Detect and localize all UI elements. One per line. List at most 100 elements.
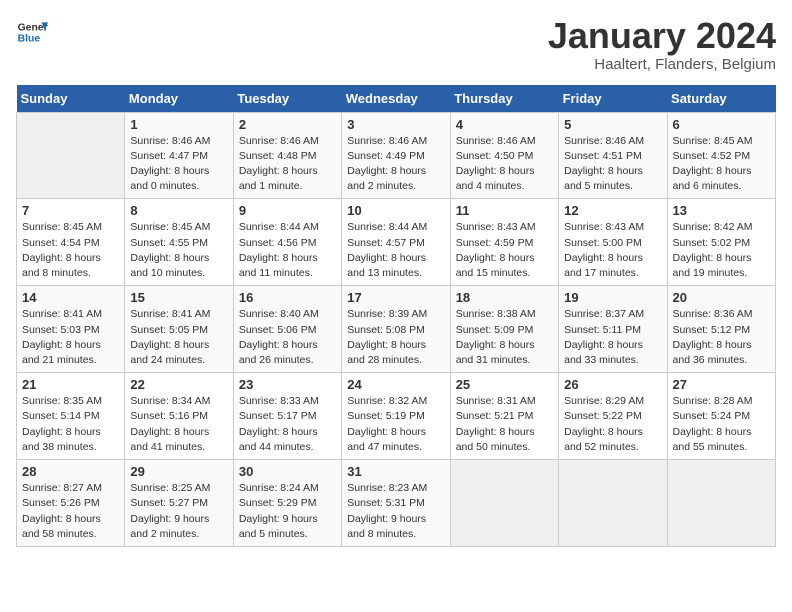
day-sunrise: Sunrise: 8:45 AMSunset: 4:52 PMDaylight:… (673, 135, 753, 193)
day-number: 16 (239, 290, 336, 305)
day-sunrise: Sunrise: 8:44 AMSunset: 4:56 PMDaylight:… (239, 221, 319, 279)
day-number: 2 (239, 117, 336, 132)
calendar-cell: 2 Sunrise: 8:46 AMSunset: 4:48 PMDayligh… (233, 112, 341, 199)
day-sunrise: Sunrise: 8:43 AMSunset: 4:59 PMDaylight:… (456, 221, 536, 279)
day-number: 11 (456, 203, 553, 218)
weekday-header-thursday: Thursday (450, 85, 558, 113)
day-sunrise: Sunrise: 8:45 AMSunset: 4:54 PMDaylight:… (22, 221, 102, 279)
day-number: 28 (22, 464, 119, 479)
day-sunrise: Sunrise: 8:27 AMSunset: 5:26 PMDaylight:… (22, 482, 102, 540)
calendar-cell: 10 Sunrise: 8:44 AMSunset: 4:57 PMDaylig… (342, 199, 450, 286)
day-sunrise: Sunrise: 8:31 AMSunset: 5:21 PMDaylight:… (456, 395, 536, 453)
calendar-cell: 16 Sunrise: 8:40 AMSunset: 5:06 PMDaylig… (233, 286, 341, 373)
day-sunrise: Sunrise: 8:45 AMSunset: 4:55 PMDaylight:… (130, 221, 210, 279)
week-row-1: 1 Sunrise: 8:46 AMSunset: 4:47 PMDayligh… (17, 112, 776, 199)
calendar-cell: 22 Sunrise: 8:34 AMSunset: 5:16 PMDaylig… (125, 373, 233, 460)
day-number: 12 (564, 203, 661, 218)
day-sunrise: Sunrise: 8:25 AMSunset: 5:27 PMDaylight:… (130, 482, 210, 540)
calendar-cell: 23 Sunrise: 8:33 AMSunset: 5:17 PMDaylig… (233, 373, 341, 460)
week-row-3: 14 Sunrise: 8:41 AMSunset: 5:03 PMDaylig… (17, 286, 776, 373)
day-number: 18 (456, 290, 553, 305)
calendar-cell: 19 Sunrise: 8:37 AMSunset: 5:11 PMDaylig… (559, 286, 667, 373)
day-number: 9 (239, 203, 336, 218)
calendar-cell (667, 460, 775, 547)
day-number: 22 (130, 377, 227, 392)
weekday-header-saturday: Saturday (667, 85, 775, 113)
day-number: 1 (130, 117, 227, 132)
day-number: 26 (564, 377, 661, 392)
calendar-cell: 11 Sunrise: 8:43 AMSunset: 4:59 PMDaylig… (450, 199, 558, 286)
weekday-header-tuesday: Tuesday (233, 85, 341, 113)
logo: General Blue (16, 16, 48, 48)
day-number: 31 (347, 464, 444, 479)
day-sunrise: Sunrise: 8:24 AMSunset: 5:29 PMDaylight:… (239, 482, 319, 540)
calendar-cell: 28 Sunrise: 8:27 AMSunset: 5:26 PMDaylig… (17, 460, 125, 547)
weekday-header-friday: Friday (559, 85, 667, 113)
day-sunrise: Sunrise: 8:41 AMSunset: 5:05 PMDaylight:… (130, 308, 210, 366)
calendar-cell: 27 Sunrise: 8:28 AMSunset: 5:24 PMDaylig… (667, 373, 775, 460)
day-number: 21 (22, 377, 119, 392)
calendar-cell: 26 Sunrise: 8:29 AMSunset: 5:22 PMDaylig… (559, 373, 667, 460)
week-row-4: 21 Sunrise: 8:35 AMSunset: 5:14 PMDaylig… (17, 373, 776, 460)
day-number: 19 (564, 290, 661, 305)
calendar-cell: 5 Sunrise: 8:46 AMSunset: 4:51 PMDayligh… (559, 112, 667, 199)
day-number: 29 (130, 464, 227, 479)
day-number: 3 (347, 117, 444, 132)
day-sunrise: Sunrise: 8:35 AMSunset: 5:14 PMDaylight:… (22, 395, 102, 453)
day-sunrise: Sunrise: 8:41 AMSunset: 5:03 PMDaylight:… (22, 308, 102, 366)
calendar-cell (17, 112, 125, 199)
day-number: 6 (673, 117, 770, 132)
calendar-cell: 17 Sunrise: 8:39 AMSunset: 5:08 PMDaylig… (342, 286, 450, 373)
calendar-table: SundayMondayTuesdayWednesdayThursdayFrid… (16, 85, 776, 547)
day-sunrise: Sunrise: 8:46 AMSunset: 4:50 PMDaylight:… (456, 135, 536, 193)
day-number: 20 (673, 290, 770, 305)
week-row-2: 7 Sunrise: 8:45 AMSunset: 4:54 PMDayligh… (17, 199, 776, 286)
day-number: 8 (130, 203, 227, 218)
day-number: 30 (239, 464, 336, 479)
day-sunrise: Sunrise: 8:38 AMSunset: 5:09 PMDaylight:… (456, 308, 536, 366)
day-number: 27 (673, 377, 770, 392)
calendar-cell: 13 Sunrise: 8:42 AMSunset: 5:02 PMDaylig… (667, 199, 775, 286)
calendar-cell: 31 Sunrise: 8:23 AMSunset: 5:31 PMDaylig… (342, 460, 450, 547)
title-block: January 2024 Haaltert, Flanders, Belgium (548, 16, 776, 73)
calendar-cell: 4 Sunrise: 8:46 AMSunset: 4:50 PMDayligh… (450, 112, 558, 199)
day-number: 14 (22, 290, 119, 305)
day-sunrise: Sunrise: 8:46 AMSunset: 4:47 PMDaylight:… (130, 135, 210, 193)
calendar-cell: 7 Sunrise: 8:45 AMSunset: 4:54 PMDayligh… (17, 199, 125, 286)
calendar-cell: 24 Sunrise: 8:32 AMSunset: 5:19 PMDaylig… (342, 373, 450, 460)
day-sunrise: Sunrise: 8:43 AMSunset: 5:00 PMDaylight:… (564, 221, 644, 279)
day-sunrise: Sunrise: 8:28 AMSunset: 5:24 PMDaylight:… (673, 395, 753, 453)
calendar-cell: 9 Sunrise: 8:44 AMSunset: 4:56 PMDayligh… (233, 199, 341, 286)
day-sunrise: Sunrise: 8:23 AMSunset: 5:31 PMDaylight:… (347, 482, 427, 540)
weekday-header-sunday: Sunday (17, 85, 125, 113)
day-sunrise: Sunrise: 8:40 AMSunset: 5:06 PMDaylight:… (239, 308, 319, 366)
day-sunrise: Sunrise: 8:37 AMSunset: 5:11 PMDaylight:… (564, 308, 644, 366)
day-sunrise: Sunrise: 8:36 AMSunset: 5:12 PMDaylight:… (673, 308, 753, 366)
location-subtitle: Haaltert, Flanders, Belgium (548, 56, 776, 73)
day-number: 17 (347, 290, 444, 305)
calendar-cell: 18 Sunrise: 8:38 AMSunset: 5:09 PMDaylig… (450, 286, 558, 373)
week-row-5: 28 Sunrise: 8:27 AMSunset: 5:26 PMDaylig… (17, 460, 776, 547)
day-number: 25 (456, 377, 553, 392)
day-number: 13 (673, 203, 770, 218)
calendar-cell: 20 Sunrise: 8:36 AMSunset: 5:12 PMDaylig… (667, 286, 775, 373)
day-sunrise: Sunrise: 8:29 AMSunset: 5:22 PMDaylight:… (564, 395, 644, 453)
calendar-cell (559, 460, 667, 547)
calendar-cell: 3 Sunrise: 8:46 AMSunset: 4:49 PMDayligh… (342, 112, 450, 199)
day-sunrise: Sunrise: 8:44 AMSunset: 4:57 PMDaylight:… (347, 221, 427, 279)
calendar-cell: 8 Sunrise: 8:45 AMSunset: 4:55 PMDayligh… (125, 199, 233, 286)
calendar-cell: 12 Sunrise: 8:43 AMSunset: 5:00 PMDaylig… (559, 199, 667, 286)
calendar-cell: 29 Sunrise: 8:25 AMSunset: 5:27 PMDaylig… (125, 460, 233, 547)
calendar-cell: 25 Sunrise: 8:31 AMSunset: 5:21 PMDaylig… (450, 373, 558, 460)
day-number: 10 (347, 203, 444, 218)
calendar-cell: 1 Sunrise: 8:46 AMSunset: 4:47 PMDayligh… (125, 112, 233, 199)
day-number: 5 (564, 117, 661, 132)
month-title: January 2024 (548, 16, 776, 56)
calendar-cell: 15 Sunrise: 8:41 AMSunset: 5:05 PMDaylig… (125, 286, 233, 373)
svg-text:Blue: Blue (18, 34, 41, 45)
calendar-cell: 21 Sunrise: 8:35 AMSunset: 5:14 PMDaylig… (17, 373, 125, 460)
day-sunrise: Sunrise: 8:33 AMSunset: 5:17 PMDaylight:… (239, 395, 319, 453)
weekday-header-row: SundayMondayTuesdayWednesdayThursdayFrid… (17, 85, 776, 113)
calendar-cell: 30 Sunrise: 8:24 AMSunset: 5:29 PMDaylig… (233, 460, 341, 547)
day-sunrise: Sunrise: 8:32 AMSunset: 5:19 PMDaylight:… (347, 395, 427, 453)
